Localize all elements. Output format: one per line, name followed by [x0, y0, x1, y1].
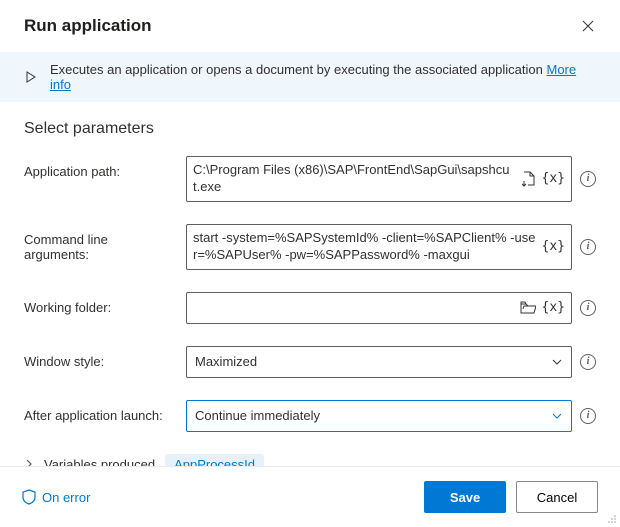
- label-application-path: Application path:: [24, 156, 174, 179]
- row-window-style: Window style: Maximized i: [24, 346, 596, 378]
- window-style-value: Maximized: [195, 354, 257, 369]
- shield-icon: [22, 489, 36, 505]
- run-icon: [24, 70, 38, 84]
- cancel-button[interactable]: Cancel: [516, 481, 598, 513]
- after-launch-value: Continue immediately: [195, 408, 320, 423]
- row-command-args: Command line arguments: start -system=%S…: [24, 224, 596, 270]
- variables-produced-row[interactable]: Variables produced AppProcessId: [24, 454, 596, 466]
- info-text-content: Executes an application or opens a docum…: [50, 62, 547, 77]
- close-icon: [582, 20, 594, 32]
- row-working-folder: Working folder: {x} i: [24, 292, 596, 324]
- variable-token-button[interactable]: {x}: [542, 300, 565, 315]
- run-application-dialog: Run application Executes an application …: [0, 0, 620, 527]
- dialog-footer: On error Save Cancel: [0, 466, 620, 527]
- variables-produced-label: Variables produced: [44, 457, 155, 466]
- info-bar: Executes an application or opens a docum…: [0, 52, 620, 102]
- command-args-input[interactable]: start -system=%SAPSystemId% -client=%SAP…: [186, 224, 572, 270]
- help-icon[interactable]: i: [580, 300, 596, 316]
- help-icon[interactable]: i: [580, 354, 596, 370]
- select-file-icon[interactable]: [522, 171, 536, 187]
- window-style-select[interactable]: Maximized: [186, 346, 572, 378]
- dialog-title: Run application: [24, 16, 152, 36]
- input-icons: {x}: [522, 171, 565, 187]
- chevron-down-icon: [551, 410, 563, 422]
- section-title: Select parameters: [24, 120, 596, 138]
- application-path-value: C:\Program Files (x86)\SAP\FrontEnd\SapG…: [193, 162, 516, 196]
- row-application-path: Application path: C:\Program Files (x86)…: [24, 156, 596, 202]
- help-icon[interactable]: i: [580, 408, 596, 424]
- field-wrap-command-args: start -system=%SAPSystemId% -client=%SAP…: [186, 224, 596, 270]
- chevron-down-icon: [551, 356, 563, 368]
- dialog-header: Run application: [0, 0, 620, 52]
- save-button[interactable]: Save: [424, 481, 506, 513]
- application-path-input[interactable]: C:\Program Files (x86)\SAP\FrontEnd\SapG…: [186, 156, 572, 202]
- working-folder-input[interactable]: {x}: [186, 292, 572, 324]
- footer-buttons: Save Cancel: [424, 481, 598, 513]
- label-command-args: Command line arguments:: [24, 224, 174, 262]
- command-args-value: start -system=%SAPSystemId% -client=%SAP…: [193, 230, 536, 264]
- on-error-button[interactable]: On error: [22, 489, 90, 505]
- row-after-launch: After application launch: Continue immed…: [24, 400, 596, 432]
- dialog-body: Select parameters Application path: C:\P…: [0, 102, 620, 466]
- input-icons: {x}: [520, 300, 565, 315]
- resize-grip-icon[interactable]: [607, 514, 617, 524]
- label-working-folder: Working folder:: [24, 292, 174, 315]
- field-wrap-after-launch: Continue immediately i: [186, 400, 596, 432]
- variable-badge[interactable]: AppProcessId: [165, 454, 264, 466]
- close-button[interactable]: [576, 14, 600, 38]
- field-wrap-application-path: C:\Program Files (x86)\SAP\FrontEnd\SapG…: [186, 156, 596, 202]
- field-wrap-window-style: Maximized i: [186, 346, 596, 378]
- chevron-right-icon: [24, 459, 34, 466]
- info-text: Executes an application or opens a docum…: [50, 62, 600, 92]
- field-wrap-working-folder: {x} i: [186, 292, 596, 324]
- variable-token-button[interactable]: {x}: [542, 171, 565, 186]
- help-icon[interactable]: i: [580, 171, 596, 187]
- on-error-label: On error: [42, 490, 90, 505]
- folder-icon[interactable]: [520, 301, 536, 314]
- help-icon[interactable]: i: [580, 239, 596, 255]
- after-launch-select[interactable]: Continue immediately: [186, 400, 572, 432]
- label-window-style: Window style:: [24, 346, 174, 369]
- variable-token-button[interactable]: {x}: [542, 239, 565, 254]
- label-after-launch: After application launch:: [24, 400, 174, 423]
- input-icons: {x}: [542, 239, 565, 254]
